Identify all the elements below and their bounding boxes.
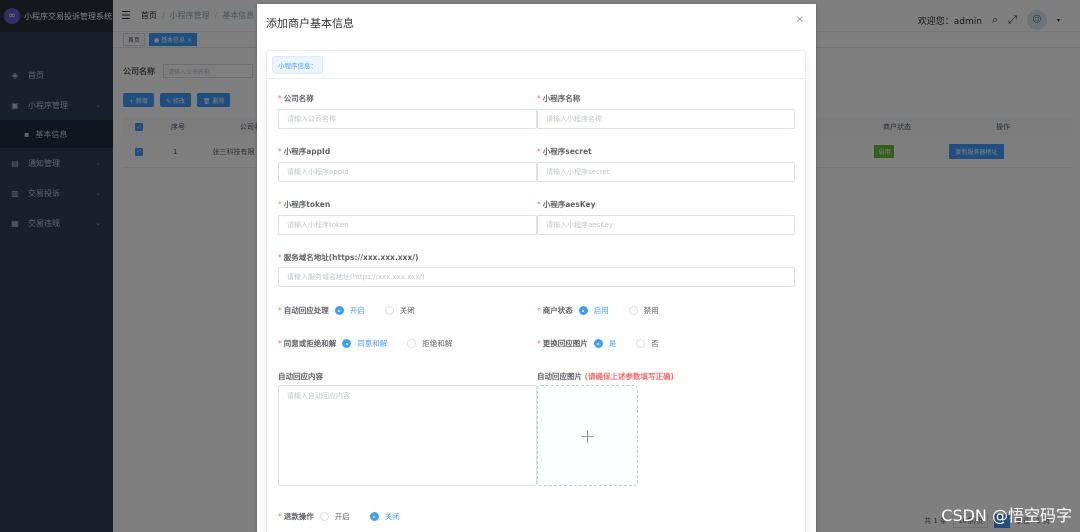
change-image-group: * 更换回应图片 是 否 (537, 338, 679, 349)
merchant-disabled-radio[interactable]: 禁用 (628, 305, 659, 316)
add-merchant-dialog: 添加商户基本信息 × 小程序信息： * 公司名称 请输入公司名称 * 小程序名称 请… (257, 4, 816, 532)
appid-label: * 小程序appId (278, 147, 331, 156)
agree-radio[interactable]: 同意和解 (342, 338, 387, 349)
auto-reply-on-radio[interactable]: 开启 (334, 305, 365, 316)
agree-reject-group: * 同意或拒绝和解 同意和解 拒绝和解 (278, 338, 472, 349)
auto-reply-content-textarea[interactable]: 请输入自动回应内容 (278, 385, 537, 486)
auto-reply-group: * 自动回应处理 开启 关闭 (278, 305, 435, 316)
app-name-input[interactable]: 请输入小程序名称 (537, 109, 795, 129)
merchant-status-group: * 商户状态 启用 禁用 (537, 305, 679, 316)
token-label: * 小程序token (278, 200, 331, 209)
refund-group: * 退款操作 开启 关闭 (278, 511, 420, 522)
section-tag: 小程序信息： (272, 55, 323, 74)
warning-text: (请确保上述参数填写正确) (584, 372, 674, 381)
form-card: 小程序信息： * 公司名称 请输入公司名称 * 小程序名称 请输入小程序名称 * 小程… (266, 50, 806, 532)
token-input[interactable]: 请输入小程序token (278, 215, 537, 235)
change-image-no-radio[interactable]: 否 (636, 338, 659, 349)
change-image-label: * 更换回应图片 (537, 339, 588, 348)
auto-reply-content-label: 自动回应内容 (278, 372, 323, 381)
secret-input[interactable]: 请输入小程序secret (537, 162, 795, 182)
image-uploader[interactable]: + (537, 385, 638, 486)
reject-radio[interactable]: 拒绝和解 (407, 338, 452, 349)
refund-off-radio[interactable]: 关闭 (369, 511, 400, 522)
domain-label: * 服务域名地址(https://xxx.xxx.xxx/) (278, 253, 419, 262)
aeskey-label: * 小程序aesKey (537, 200, 596, 209)
refund-on-radio[interactable]: 开启 (319, 511, 350, 522)
agree-reject-label: * 同意或拒绝和解 (278, 339, 337, 348)
company-name-input[interactable]: 请输入公司名称 (278, 109, 537, 129)
close-icon[interactable]: × (796, 14, 804, 25)
appid-input[interactable]: 请输入小程序appId (278, 162, 537, 182)
refund-label: * 退款操作 (278, 512, 314, 521)
secret-label: * 小程序secret (537, 147, 592, 156)
company-name-label: * 公司名称 (278, 94, 314, 103)
aeskey-input[interactable]: 请输入小程序aesKey (537, 215, 795, 235)
plus-icon: + (579, 423, 596, 448)
auto-reply-image-label: 自动回应图片 (请确保上述参数填写正确) (537, 372, 674, 381)
dialog-title: 添加商户基本信息 (266, 17, 354, 30)
auto-reply-label: * 自动回应处理 (278, 306, 329, 315)
app-name-label: * 小程序名称 (537, 94, 581, 103)
domain-input[interactable]: 请输入服务域名地址(https://xxx.xxx.xxx/) (278, 267, 795, 287)
merchant-enabled-radio[interactable]: 启用 (578, 305, 609, 316)
card-header: 小程序信息： (267, 51, 805, 79)
watermark: CSDN @悟空码字 (941, 506, 1072, 525)
change-image-yes-radio[interactable]: 是 (593, 338, 616, 349)
auto-reply-off-radio[interactable]: 关闭 (384, 305, 415, 316)
merchant-status-label: * 商户状态 (537, 306, 573, 315)
